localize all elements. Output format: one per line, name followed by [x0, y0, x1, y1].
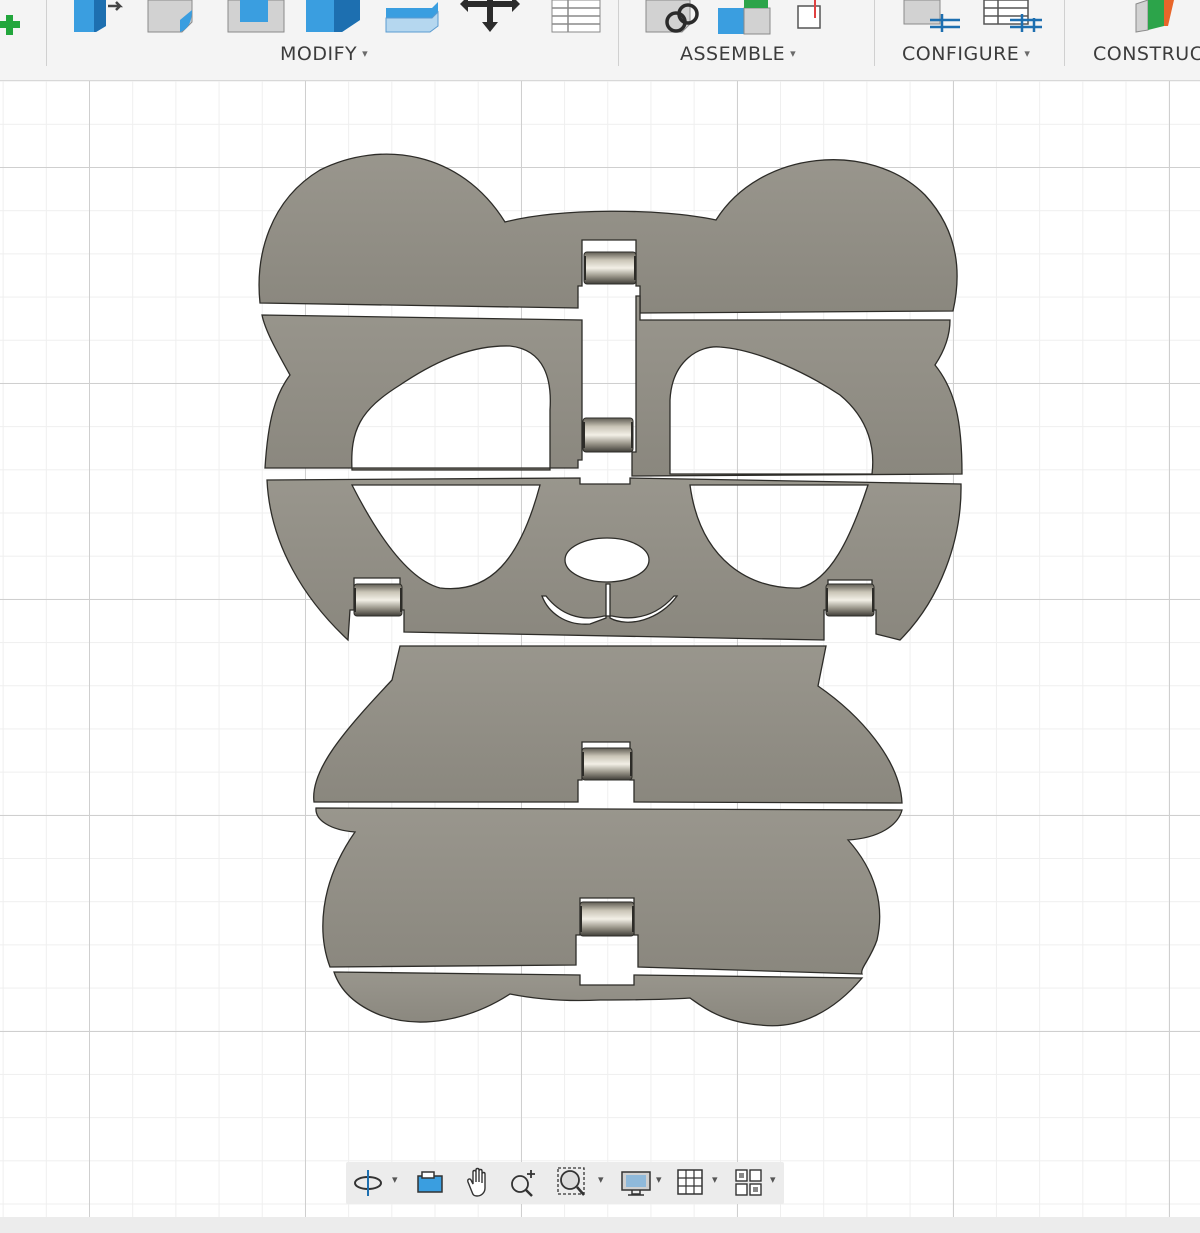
construct-label: CONSTRUC: [1093, 43, 1200, 65]
look-at-button[interactable]: [412, 1162, 448, 1204]
panel-legs[interactable]: [315, 807, 903, 975]
rigid-group-icon[interactable]: [716, 0, 778, 40]
grid-dropdown-icon[interactable]: ▾: [712, 1173, 718, 1186]
shell-icon[interactable]: [224, 0, 286, 40]
hinge[interactable]: [579, 901, 635, 937]
zoom-icon: [511, 1170, 535, 1197]
panel-feet[interactable]: [333, 971, 864, 1027]
add-icon[interactable]: [0, 0, 40, 40]
change-parameters-icon[interactable]: [546, 0, 608, 40]
modify-label: MODIFY: [280, 43, 358, 65]
pan-button[interactable]: [460, 1162, 496, 1204]
display-settings-icon: [621, 1171, 651, 1196]
hinge[interactable]: [582, 417, 634, 453]
zoom-dropdown-icon[interactable]: ▾: [598, 1173, 604, 1186]
draft-icon[interactable]: [302, 0, 364, 40]
configure-table-icon[interactable]: [898, 0, 964, 40]
press-pull-icon[interactable]: [66, 0, 128, 40]
hinge[interactable]: [581, 747, 633, 781]
toolbar-separator: [1064, 0, 1065, 66]
navigation-bar: ▾ ▾ ▾ ▾ ▾: [346, 1162, 784, 1204]
hinge[interactable]: [583, 251, 637, 285]
viewports-button[interactable]: [730, 1162, 766, 1204]
joint-icon[interactable]: [642, 0, 704, 40]
look-at-icon: [417, 1171, 443, 1193]
toolbar-separator: [874, 0, 875, 66]
grid-settings-button[interactable]: [672, 1162, 708, 1204]
status-strip: [0, 1217, 1200, 1233]
construct-menu[interactable]: CONSTRUC: [1093, 43, 1200, 65]
fit-window-icon: [557, 1167, 585, 1196]
hinge[interactable]: [353, 583, 403, 617]
combine-icon[interactable]: [380, 0, 442, 40]
assemble-menu[interactable]: ASSEMBLE ▾: [680, 43, 796, 65]
panda-model[interactable]: [0, 81, 1200, 1217]
nose-cutout: [564, 537, 650, 583]
pan-icon: [467, 1167, 486, 1197]
panel-ears[interactable]: [258, 153, 958, 314]
assemble-label: ASSEMBLE: [680, 43, 786, 65]
toolbar-separator: [46, 0, 47, 66]
design-canvas[interactable]: [0, 81, 1200, 1217]
fillet-icon[interactable]: [144, 0, 206, 40]
orbit-icon: [354, 1170, 382, 1196]
orbit-dropdown-icon[interactable]: ▾: [392, 1173, 398, 1186]
hinge[interactable]: [825, 583, 875, 617]
chevron-down-icon: ▾: [1024, 47, 1031, 60]
chevron-down-icon: ▾: [362, 47, 369, 60]
zoom-button[interactable]: [506, 1162, 542, 1204]
as-built-joint-icon[interactable]: [790, 0, 852, 40]
display-settings-button[interactable]: [618, 1162, 654, 1204]
configure-menu[interactable]: CONFIGURE ▾: [902, 43, 1030, 65]
toolbar: MODIFY ▾ ASSEMBLE ▾ CONFIGURE ▾ CONSTRUC: [0, 0, 1200, 81]
modify-menu[interactable]: MODIFY ▾: [280, 43, 368, 65]
configure-label: CONFIGURE: [902, 43, 1020, 65]
toolbar-separator: [618, 0, 619, 66]
grid-settings-icon: [677, 1169, 703, 1195]
fit-window-button[interactable]: [554, 1162, 590, 1204]
orbit-button[interactable]: [350, 1162, 386, 1204]
chevron-down-icon: ▾: [790, 47, 797, 60]
viewports-icon: [735, 1169, 762, 1196]
offset-plane-icon[interactable]: [1128, 0, 1198, 40]
move-icon[interactable]: [460, 0, 522, 40]
viewports-dropdown-icon[interactable]: ▾: [770, 1173, 776, 1186]
display-dropdown-icon[interactable]: ▾: [656, 1173, 662, 1186]
configure-rules-icon[interactable]: [980, 0, 1046, 40]
